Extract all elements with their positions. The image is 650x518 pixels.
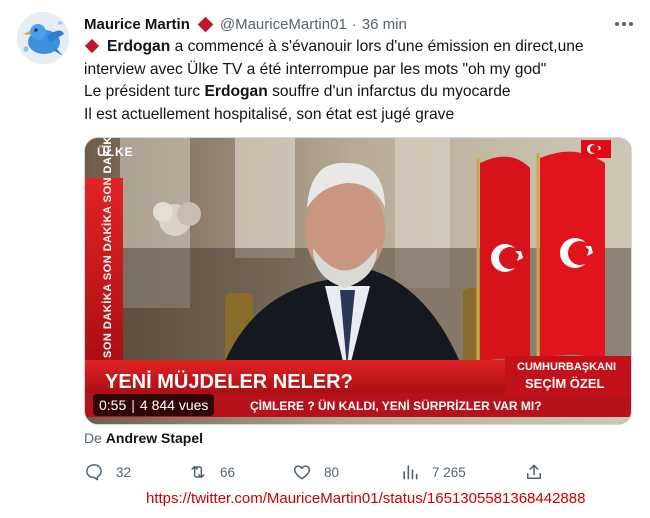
tweet-text-bold: Erdogan: [107, 38, 171, 55]
retweet-icon: [188, 462, 208, 482]
tweet-text-line: Erdogan a commencé à s'évanouir lors d'u…: [84, 36, 634, 59]
tweet-text-bold: Erdogan: [204, 83, 268, 100]
tweet-text-line: Il est actuellement hospitalisé, son éta…: [84, 105, 455, 123]
video-badge-separator: |: [131, 397, 135, 413]
share-icon: [524, 462, 544, 482]
tweet-text-span: a commencé à s'évanouir lors d'une émiss…: [170, 38, 584, 55]
channel-logo: ÜLKE: [97, 144, 134, 159]
more-icon[interactable]: [612, 14, 636, 34]
video-caption-line1: CUMHURBAŞKANI: [517, 361, 616, 373]
avatar[interactable]: [17, 12, 69, 64]
video-caption-line2: SEÇİM ÖZEL: [525, 376, 605, 391]
side-banner-text: SON DAKİKA SON DAKİKA SON DAKİKA: [101, 138, 114, 358]
action-bar: 32 66 80 7 265: [84, 460, 554, 484]
video-headline: YENİ MÜJDELER NELER?: [105, 370, 353, 393]
tweet-timestamp[interactable]: 36 min: [362, 16, 407, 33]
reply-icon: [84, 462, 104, 482]
views-count: 7 265: [432, 464, 466, 480]
diamond-icon: [197, 16, 214, 32]
video-player[interactable]: SON DAKİKA SON DAKİKA SON DAKİKA ÜLKE YE…: [84, 137, 632, 425]
tweet-card: Maurice Martin @MauriceMartin01 · 36 min…: [0, 0, 650, 518]
attribution-name[interactable]: Andrew Stapel: [106, 430, 203, 446]
tweet-text-line: Le président turc Erdogan souffre d'un i…: [84, 81, 634, 104]
video-views: 4 844 vues: [139, 397, 209, 413]
video-ticker: ÇİMLERE ? ÜN KALDI, YENİ SÜRPRİZLER VAR …: [250, 398, 542, 413]
retweet-count: 66: [220, 464, 236, 480]
reply-button[interactable]: 32: [84, 460, 131, 484]
video-attribution: De Andrew Stapel: [84, 430, 203, 446]
tweet-text-span: Le président turc: [84, 83, 205, 100]
retweet-button[interactable]: 66: [188, 460, 235, 484]
like-icon: [292, 462, 312, 482]
separator-dot: ·: [351, 15, 357, 33]
attribution-prefix: De: [84, 430, 102, 446]
views-icon: [400, 462, 420, 482]
video-duration: 0:55: [99, 397, 127, 413]
author-handle[interactable]: @MauriceMartin01: [220, 16, 347, 33]
share-button[interactable]: [524, 460, 544, 484]
like-button[interactable]: 80: [292, 460, 339, 484]
diamond-icon: [84, 39, 100, 54]
video-duration-badge: 0:55 | 4 844 vues: [93, 394, 215, 416]
tweet-text: Erdogan a commencé à s'évanouir lors d'u…: [84, 36, 634, 126]
tweet-text-span: souffre d'un infarctus du myocarde: [267, 83, 511, 100]
reply-count: 32: [116, 464, 132, 480]
like-count: 80: [324, 464, 340, 480]
author-name[interactable]: Maurice Martin: [84, 16, 190, 33]
views-button[interactable]: 7 265: [400, 460, 466, 484]
tweet-text-line: interview avec Ülke TV a été interrompue…: [84, 60, 547, 78]
tweet-header: Maurice Martin @MauriceMartin01 · 36 min: [84, 14, 407, 34]
source-url[interactable]: https://twitter.com/MauriceMartin01/stat…: [146, 490, 585, 507]
